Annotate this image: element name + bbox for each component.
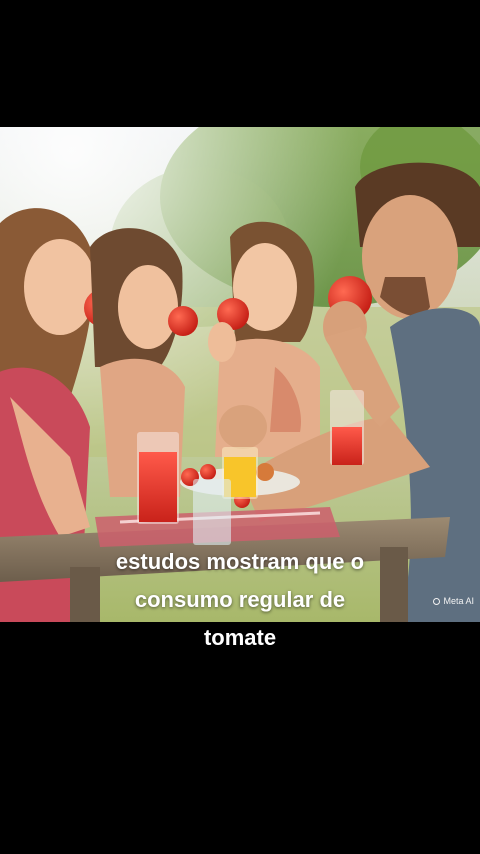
video-caption: estudos mostram que o consumo regular de…	[0, 543, 480, 657]
watermark-label: Meta AI	[443, 596, 474, 606]
caption-line-1: estudos mostram que o	[115, 549, 365, 574]
meta-ai-ring-icon	[433, 597, 441, 605]
caption-line-2: consumo regular de	[134, 587, 346, 612]
meta-ai-watermark: Meta AI	[433, 596, 474, 606]
caption-line-3: tomate	[203, 625, 277, 650]
